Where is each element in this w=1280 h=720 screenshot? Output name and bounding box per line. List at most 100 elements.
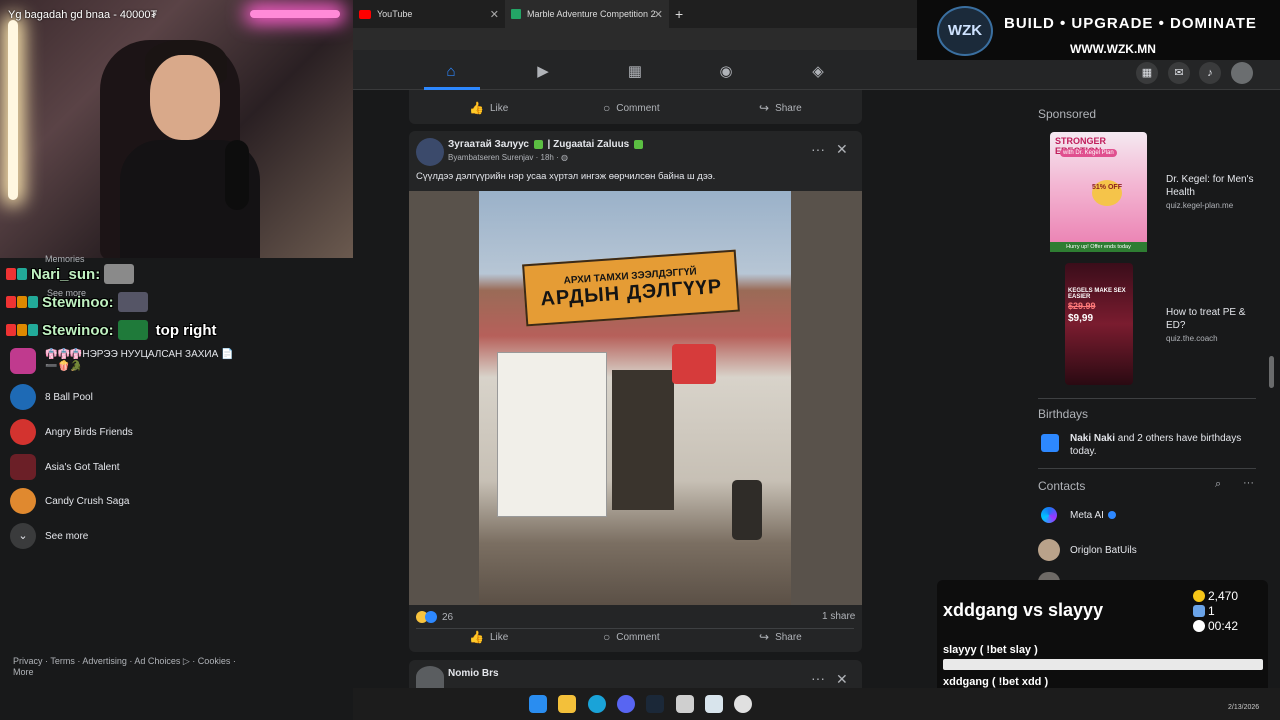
profile-avatar[interactable]: [1231, 62, 1253, 84]
sidebar-item-label: 8 Ball Pool: [45, 391, 93, 403]
prediction-users: 1: [1193, 604, 1215, 618]
emote-image: [104, 264, 135, 284]
file-explorer-icon[interactable]: [558, 695, 576, 713]
ad-image-2[interactable]: KEGELS MAKE SEX EASIER $29.99 $9,99: [1065, 263, 1133, 385]
menu-grid-icon[interactable]: ▦: [1136, 62, 1158, 84]
share-count[interactable]: 1 share: [822, 611, 855, 622]
share-button[interactable]: ↪ Share: [759, 627, 802, 647]
app-icon[interactable]: [734, 695, 752, 713]
sidebar-item-asias-got-talent[interactable]: Asia's Got Talent: [10, 452, 120, 482]
ad-url[interactable]: quiz.kegel-plan.me: [1166, 201, 1233, 210]
prediction-timer: 00:42: [1193, 619, 1238, 633]
contact-origlon[interactable]: Origlon BatUils: [1038, 537, 1137, 563]
new-tab-button[interactable]: +: [669, 0, 689, 28]
close-icon[interactable]: ✕: [490, 8, 499, 21]
talent-show-icon: [10, 454, 36, 480]
tab-youtube[interactable]: YouTube ✕: [353, 0, 505, 28]
game-icon: [10, 348, 36, 374]
banner-url: WWW.WZK.MN: [1070, 42, 1156, 56]
like-reaction-icon: [425, 611, 437, 623]
share-icon: ↪: [759, 101, 770, 115]
next-post-avatar[interactable]: [416, 666, 444, 688]
ad-title[interactable]: Dr. Kegel: for Men's Health: [1166, 173, 1266, 199]
page-avatar[interactable]: [416, 138, 444, 166]
like-button[interactable]: 👍 Like: [469, 98, 508, 118]
search-icon[interactable]: ⌕: [1215, 478, 1221, 491]
ad-image-footer: Hurry up! Offer ends today: [1050, 242, 1147, 252]
post-time[interactable]: 18h: [541, 153, 554, 162]
shop-doorway: [612, 370, 674, 510]
notifications-icon[interactable]: ♪: [1199, 62, 1221, 84]
comment-button[interactable]: ○ Comment: [603, 98, 660, 118]
notepad-icon[interactable]: [705, 695, 723, 713]
meta-ai-icon: [1038, 504, 1060, 526]
marketplace-icon[interactable]: ▦: [626, 63, 644, 81]
sidebar-item-angry-birds[interactable]: Angry Birds Friends: [10, 417, 133, 447]
groups-icon[interactable]: ◉: [717, 63, 735, 81]
trash-bin: [732, 480, 762, 540]
avatar: [1038, 539, 1060, 561]
ad-image-1[interactable]: STRONGER ERECTION with Dr. Kegel Plan 51…: [1050, 132, 1147, 252]
sidebar-item-label: 👘👘👘НЭРЭЭ НУУЦАЛСАН ЗАХИА 📄: [45, 349, 234, 360]
discord-icon[interactable]: [617, 695, 635, 713]
sheet-icon: [511, 9, 521, 19]
wzk-logo: WZK: [937, 6, 993, 56]
birthday-notice[interactable]: Naki Naki and 2 others have birthdays to…: [1070, 432, 1250, 458]
thumbs-up-icon: 👍: [469, 101, 484, 115]
gaming-icon[interactable]: ◈: [809, 63, 827, 81]
app-icon[interactable]: [676, 695, 694, 713]
scrollbar-thumb[interactable]: [1269, 356, 1274, 388]
sidebar-item-8-ball-pool[interactable]: 8 Ball Pool: [10, 382, 93, 412]
sidebar-see-more[interactable]: ⌄ See more: [10, 521, 88, 551]
comment-button[interactable]: ○ Comment: [603, 627, 660, 647]
next-post-author[interactable]: Nomio Brs: [448, 668, 499, 679]
shop-logo: [672, 344, 716, 384]
close-icon[interactable]: ✕: [836, 141, 848, 158]
more-options-icon[interactable]: ···: [811, 670, 825, 686]
share-button[interactable]: ↪ Share: [759, 98, 802, 118]
users-icon: [1193, 605, 1205, 617]
more-options-icon[interactable]: ···: [811, 141, 825, 157]
taskbar: [353, 688, 1280, 720]
post-page-name[interactable]: | Zugaatai Zaluus: [548, 139, 630, 150]
like-button[interactable]: 👍 Like: [469, 627, 508, 647]
sidebar-item-game-1[interactable]: 👘👘👘НЭРЭЭ НУУЦАЛСАН ЗАХИА 📄 ➖🍿🐊: [10, 348, 234, 374]
youtube-icon: [359, 9, 371, 19]
close-icon[interactable]: ✕: [654, 8, 663, 21]
birthdays-heading: Birthdays: [1038, 407, 1089, 421]
ad-image-sub: with Dr. Kegel Plan: [1060, 149, 1117, 157]
chat-text: top right: [155, 321, 217, 339]
divider: [1038, 398, 1256, 399]
verified-icon: [634, 139, 644, 149]
ad-url[interactable]: quiz.the.coach: [1166, 334, 1218, 343]
edge-browser-icon[interactable]: [588, 695, 606, 713]
tab-marble-adventure[interactable]: Marble Adventure Competition 20 ✕: [505, 0, 669, 28]
coin-icon: [1193, 590, 1205, 602]
close-icon[interactable]: ✕: [836, 671, 848, 688]
windows-start-icon[interactable]: [529, 695, 547, 713]
browser-tab-bar: YouTube ✕ Marble Adventure Competition 2…: [353, 0, 917, 28]
prediction-points: 2,470: [1193, 589, 1238, 603]
contact-name: Meta AI: [1070, 509, 1104, 521]
banner-tagline: BUILD • UPGRADE • DOMINATE: [1004, 15, 1257, 32]
contact-meta-ai[interactable]: Meta AI: [1038, 502, 1116, 528]
sidebar-item-label: Asia's Got Talent: [45, 461, 120, 473]
video-icon[interactable]: ▶: [534, 63, 552, 81]
home-icon[interactable]: ⌂: [442, 63, 460, 81]
messenger-icon[interactable]: ✉: [1168, 62, 1190, 84]
chat-username: Nari_sun:: [31, 265, 101, 283]
ad-title[interactable]: How to treat PE & ED?: [1166, 306, 1266, 332]
post-author[interactable]: Зугаатай Залуус: [448, 139, 529, 150]
footer-links[interactable]: Privacy · Terms · Advertising · Ad Choic…: [13, 656, 248, 678]
prediction-title: xddgang vs slayyy: [943, 600, 1104, 620]
reaction-summary[interactable]: 26: [416, 611, 453, 623]
thumbs-up-icon: 👍: [469, 630, 484, 644]
ad-image-text: KEGELS MAKE SEX EASIER: [1068, 288, 1126, 300]
post-sub-author[interactable]: Byambatseren Surenjav: [448, 153, 533, 162]
steam-icon[interactable]: [646, 695, 664, 713]
address-bar[interactable]: [353, 28, 917, 50]
sidebar-item-candy-crush[interactable]: Candy Crush Saga: [10, 486, 130, 516]
chat-username: Stewinoo:: [42, 321, 114, 339]
more-options-icon[interactable]: ···: [1243, 477, 1254, 489]
shop-door: [497, 352, 607, 517]
